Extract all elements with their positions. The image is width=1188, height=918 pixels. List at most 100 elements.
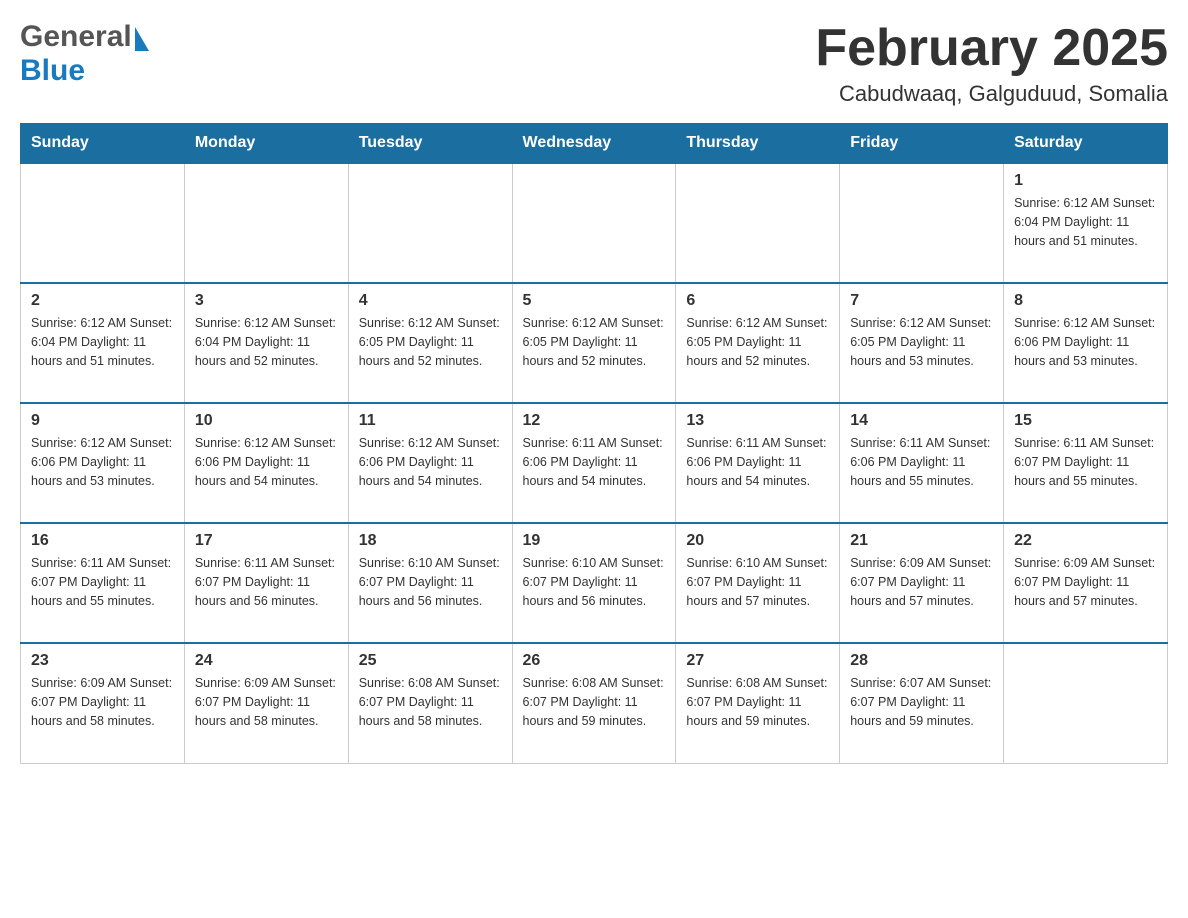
day-info: Sunrise: 6:10 AM Sunset: 6:07 PM Dayligh… [686, 554, 829, 610]
weekday-header-wednesday: Wednesday [512, 124, 676, 164]
calendar-cell [1004, 643, 1168, 763]
day-info: Sunrise: 6:07 AM Sunset: 6:07 PM Dayligh… [850, 674, 993, 730]
calendar-cell: 24Sunrise: 6:09 AM Sunset: 6:07 PM Dayli… [184, 643, 348, 763]
calendar-cell [512, 163, 676, 283]
day-info: Sunrise: 6:12 AM Sunset: 6:06 PM Dayligh… [31, 434, 174, 490]
weekday-header-thursday: Thursday [676, 124, 840, 164]
calendar-cell: 9 Sunrise: 6:12 AM Sunset: 6:06 PM Daylig… [21, 403, 185, 523]
calendar-cell: 11 Sunrise: 6:12 AM Sunset: 6:06 PM Dayli… [348, 403, 512, 523]
day-info: Sunrise: 6:12 AM Sunset: 6:04 PM Dayligh… [31, 314, 174, 370]
day-number: 9 [31, 412, 174, 430]
day-info: Sunrise: 6:10 AM Sunset: 6:07 PM Dayligh… [523, 554, 666, 610]
weekday-header-monday: Monday [184, 124, 348, 164]
calendar-cell: 5 Sunrise: 6:12 AM Sunset: 6:05 PM Daylig… [512, 283, 676, 403]
calendar-cell [676, 163, 840, 283]
calendar-cell: 7 Sunrise: 6:12 AM Sunset: 6:05 PM Daylig… [840, 283, 1004, 403]
day-info: Sunrise: 6:11 AM Sunset: 6:07 PM Dayligh… [1014, 434, 1157, 490]
calendar-table: SundayMondayTuesdayWednesdayThursdayFrid… [20, 123, 1168, 764]
day-number: 4 [359, 292, 502, 310]
day-number: 25 [359, 652, 502, 670]
weekday-header-tuesday: Tuesday [348, 124, 512, 164]
calendar-cell: 21 Sunrise: 6:09 AM Sunset: 6:07 PM Dayli… [840, 523, 1004, 643]
day-number: 3 [195, 292, 338, 310]
calendar-cell: 15 Sunrise: 6:11 AM Sunset: 6:07 PM Dayli… [1004, 403, 1168, 523]
calendar-cell: 17 Sunrise: 6:11 AM Sunset: 6:07 PM Dayli… [184, 523, 348, 643]
day-info: Sunrise: 6:11 AM Sunset: 6:07 PM Dayligh… [195, 554, 338, 610]
day-info: Sunrise: 6:12 AM Sunset: 6:05 PM Dayligh… [850, 314, 993, 370]
day-number: 21 [850, 532, 993, 550]
calendar-week-2: 2 Sunrise: 6:12 AM Sunset: 6:04 PM Daylig… [21, 283, 1168, 403]
day-number: 23 [31, 652, 174, 670]
day-number: 26 [523, 652, 666, 670]
day-number: 24 [195, 652, 338, 670]
location-title: Cabudwaaq, Galguduud, Somalia [815, 81, 1168, 107]
day-info: Sunrise: 6:11 AM Sunset: 6:06 PM Dayligh… [523, 434, 666, 490]
day-number: 19 [523, 532, 666, 550]
logo-triangle-icon [135, 27, 149, 51]
calendar-cell [184, 163, 348, 283]
day-number: 20 [686, 532, 829, 550]
day-info: Sunrise: 6:12 AM Sunset: 6:04 PM Dayligh… [1014, 194, 1157, 250]
weekday-header-friday: Friday [840, 124, 1004, 164]
title-block: February 2025 Cabudwaaq, Galguduud, Soma… [815, 20, 1168, 107]
day-number: 8 [1014, 292, 1157, 310]
calendar-week-5: 23 Sunrise: 6:09 AM Sunset: 6:07 PM Dayli… [21, 643, 1168, 763]
day-number: 15 [1014, 412, 1157, 430]
logo-general-text: General [20, 20, 132, 54]
day-number: 2 [31, 292, 174, 310]
calendar-week-1: 1 Sunrise: 6:12 AM Sunset: 6:04 PM Daylig… [21, 163, 1168, 283]
calendar-cell: 14 Sunrise: 6:11 AM Sunset: 6:06 PM Dayli… [840, 403, 1004, 523]
day-number: 11 [359, 412, 502, 430]
day-number: 18 [359, 532, 502, 550]
day-number: 1 [1014, 172, 1157, 190]
calendar-cell: 3 Sunrise: 6:12 AM Sunset: 6:04 PM Daylig… [184, 283, 348, 403]
day-info: Sunrise: 6:08 AM Sunset: 6:07 PM Dayligh… [359, 674, 502, 730]
day-info: Sunrise: 6:11 AM Sunset: 6:06 PM Dayligh… [686, 434, 829, 490]
calendar-cell: 2 Sunrise: 6:12 AM Sunset: 6:04 PM Daylig… [21, 283, 185, 403]
day-info: Sunrise: 6:12 AM Sunset: 6:05 PM Dayligh… [523, 314, 666, 370]
calendar-cell: 16 Sunrise: 6:11 AM Sunset: 6:07 PM Dayli… [21, 523, 185, 643]
calendar-cell: 22Sunrise: 6:09 AM Sunset: 6:07 PM Dayli… [1004, 523, 1168, 643]
weekday-header-sunday: Sunday [21, 124, 185, 164]
logo: General Blue [20, 20, 149, 88]
calendar-cell: 23 Sunrise: 6:09 AM Sunset: 6:07 PM Dayli… [21, 643, 185, 763]
day-number: 12 [523, 412, 666, 430]
day-number: 5 [523, 292, 666, 310]
calendar-week-4: 16 Sunrise: 6:11 AM Sunset: 6:07 PM Dayli… [21, 523, 1168, 643]
calendar-cell: 6 Sunrise: 6:12 AM Sunset: 6:05 PM Daylig… [676, 283, 840, 403]
calendar-cell: 18 Sunrise: 6:10 AM Sunset: 6:07 PM Dayli… [348, 523, 512, 643]
day-info: Sunrise: 6:12 AM Sunset: 6:04 PM Dayligh… [195, 314, 338, 370]
day-info: Sunrise: 6:09 AM Sunset: 6:07 PM Dayligh… [850, 554, 993, 610]
day-number: 6 [686, 292, 829, 310]
day-info: Sunrise: 6:12 AM Sunset: 6:06 PM Dayligh… [1014, 314, 1157, 370]
day-info: Sunrise: 6:10 AM Sunset: 6:07 PM Dayligh… [359, 554, 502, 610]
calendar-cell [348, 163, 512, 283]
day-number: 14 [850, 412, 993, 430]
calendar-cell: 26 Sunrise: 6:08 AM Sunset: 6:07 PM Dayli… [512, 643, 676, 763]
day-info: Sunrise: 6:08 AM Sunset: 6:07 PM Dayligh… [523, 674, 666, 730]
day-number: 16 [31, 532, 174, 550]
calendar-cell: 19 Sunrise: 6:10 AM Sunset: 6:07 PM Dayli… [512, 523, 676, 643]
day-info: Sunrise: 6:11 AM Sunset: 6:07 PM Dayligh… [31, 554, 174, 610]
day-info: Sunrise: 6:12 AM Sunset: 6:06 PM Dayligh… [359, 434, 502, 490]
day-info: Sunrise: 6:12 AM Sunset: 6:06 PM Dayligh… [195, 434, 338, 490]
calendar-cell [21, 163, 185, 283]
month-title: February 2025 [815, 20, 1168, 77]
day-info: Sunrise: 6:11 AM Sunset: 6:06 PM Dayligh… [850, 434, 993, 490]
page-header: General Blue February 2025 Cabudwaaq, Ga… [20, 20, 1168, 107]
calendar-cell: 1 Sunrise: 6:12 AM Sunset: 6:04 PM Daylig… [1004, 163, 1168, 283]
calendar-cell: 13Sunrise: 6:11 AM Sunset: 6:06 PM Dayli… [676, 403, 840, 523]
day-info: Sunrise: 6:09 AM Sunset: 6:07 PM Dayligh… [31, 674, 174, 730]
weekday-header-saturday: Saturday [1004, 124, 1168, 164]
calendar-cell [840, 163, 1004, 283]
calendar-cell: 28 Sunrise: 6:07 AM Sunset: 6:07 PM Dayli… [840, 643, 1004, 763]
day-number: 17 [195, 532, 338, 550]
calendar-week-3: 9 Sunrise: 6:12 AM Sunset: 6:06 PM Daylig… [21, 403, 1168, 523]
weekday-header-row: SundayMondayTuesdayWednesdayThursdayFrid… [21, 124, 1168, 164]
day-info: Sunrise: 6:12 AM Sunset: 6:05 PM Dayligh… [686, 314, 829, 370]
day-number: 28 [850, 652, 993, 670]
calendar-cell: 25 Sunrise: 6:08 AM Sunset: 6:07 PM Dayli… [348, 643, 512, 763]
day-info: Sunrise: 6:09 AM Sunset: 6:07 PM Dayligh… [1014, 554, 1157, 610]
day-info: Sunrise: 6:08 AM Sunset: 6:07 PM Dayligh… [686, 674, 829, 730]
day-number: 7 [850, 292, 993, 310]
